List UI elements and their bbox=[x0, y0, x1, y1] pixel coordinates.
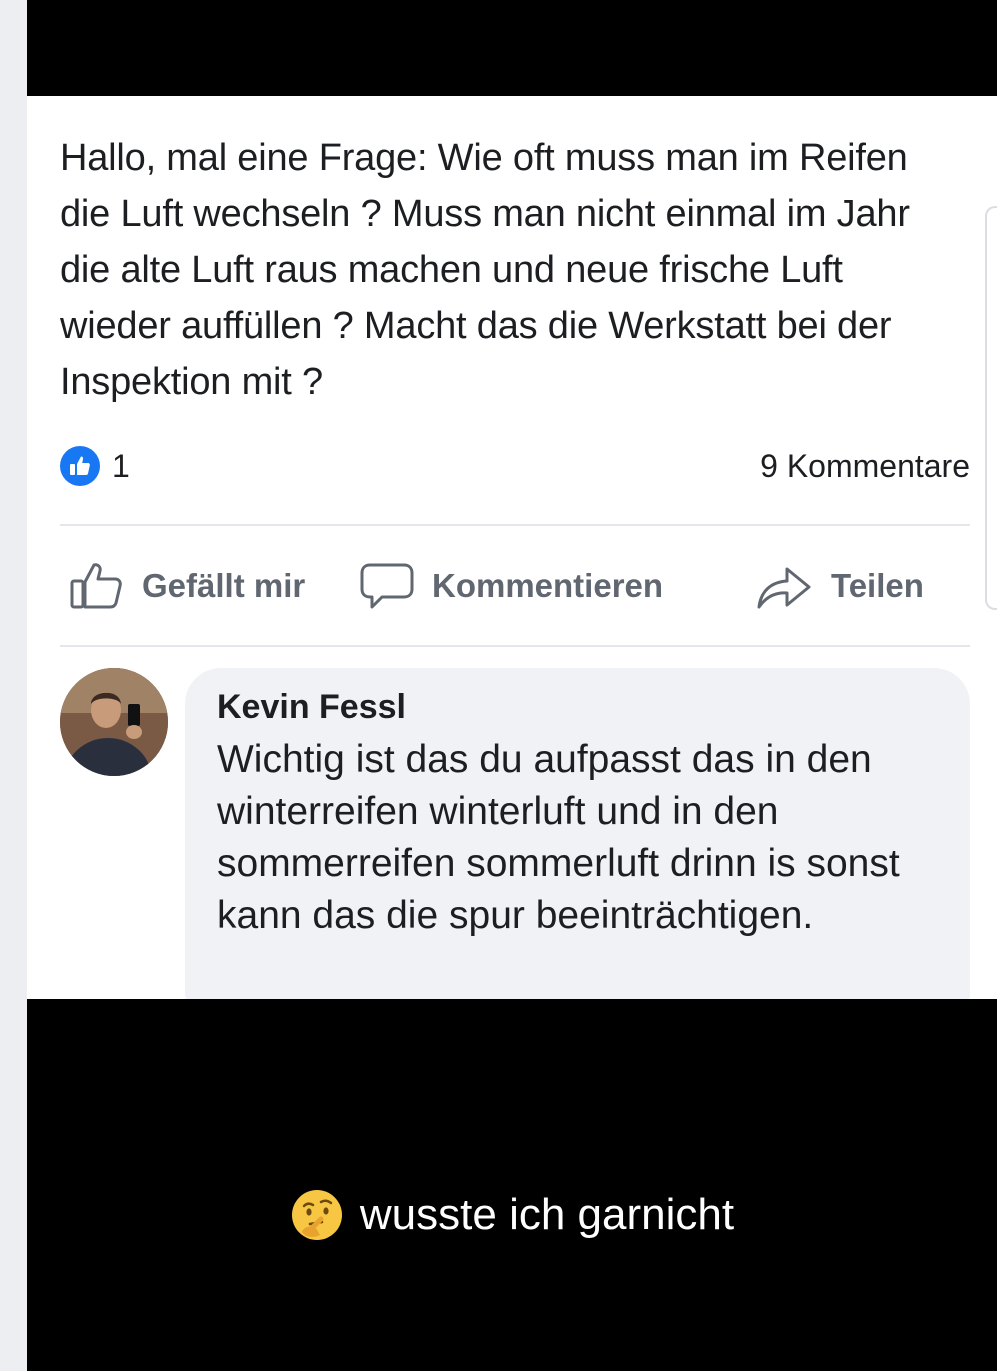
top-black-bar bbox=[27, 0, 997, 96]
post-text: Hallo, mal eine Frage: Wie oft muss man … bbox=[60, 137, 910, 403]
comment-author[interactable]: Kevin Fessl bbox=[217, 688, 406, 727]
divider bbox=[60, 645, 970, 647]
caption-text: wusste ich garnicht bbox=[359, 1190, 735, 1239]
thumbs-up-icon bbox=[70, 563, 122, 609]
comment-button-label: Kommentieren bbox=[432, 567, 664, 604]
comment-text: Wichtig ist das du aufpasst das in den w… bbox=[217, 738, 900, 937]
like-count: 1 bbox=[112, 448, 130, 484]
adjacent-card-edge bbox=[985, 206, 997, 610]
comment-button[interactable]: Kommentieren bbox=[360, 536, 663, 636]
like-button-label: Gefällt mir bbox=[142, 567, 306, 604]
speech-bubble-icon bbox=[360, 563, 414, 609]
comment-bubble: Kevin Fessl Wichtig ist das du aufpasst … bbox=[185, 668, 970, 999]
caption-bar: wusste ich garnicht bbox=[27, 999, 997, 1371]
post-actions: Gefällt mir Kommentieren Teilen bbox=[60, 536, 970, 636]
share-button[interactable]: Teilen bbox=[755, 536, 924, 636]
like-button[interactable]: Gefällt mir bbox=[70, 536, 305, 636]
thinking-face-icon bbox=[291, 1190, 342, 1240]
comment-count-link[interactable]: 9 Kommentare bbox=[760, 448, 970, 485]
divider bbox=[60, 524, 970, 526]
post-card: Hallo, mal eine Frage: Wie oft muss man … bbox=[27, 96, 997, 999]
share-button-label: Teilen bbox=[831, 567, 924, 604]
avatar[interactable] bbox=[60, 668, 168, 776]
reactions-bar[interactable]: 1 9 Kommentare bbox=[60, 446, 970, 486]
caption: wusste ich garnicht bbox=[27, 1183, 997, 1247]
page-background-strip bbox=[0, 0, 27, 1371]
share-arrow-icon bbox=[757, 567, 811, 609]
like-reaction-icon bbox=[60, 446, 100, 486]
